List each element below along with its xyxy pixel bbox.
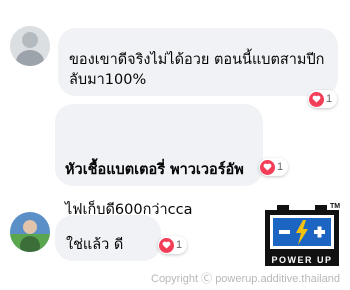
reaction-count: 1: [326, 93, 333, 105]
comment-text: ใช่แล้ว ดี: [66, 237, 124, 253]
copyright-watermark: Copyright Ⓒ powerup.additive.thailand: [151, 273, 340, 285]
comment-author[interactable]: หัวเชื้อแบตเตอรี่ พาวเวอร์อัพ: [65, 162, 244, 178]
heart-icon: [260, 159, 275, 175]
reaction-badge[interactable]: 1: [259, 158, 289, 176]
comment-bubble: ของเขาดีจริงไม่ได้อวย ตอนนี้แบตสามปีก ลั…: [58, 28, 338, 96]
avatar-photo: [10, 212, 50, 252]
battery-icon: [265, 205, 339, 254]
reaction-count: 1: [277, 161, 284, 173]
reaction-count: 1: [176, 239, 183, 251]
reaction-badge[interactable]: 1: [308, 90, 338, 108]
commenter-avatar[interactable]: [10, 212, 50, 252]
commenter-avatar[interactable]: [10, 26, 50, 66]
reaction-badge[interactable]: 1: [158, 236, 188, 254]
comment-text: ของเขาดีจริงไม่ได้อวย ตอนนี้แบตสามปีก ลั…: [69, 52, 325, 88]
heart-icon: [159, 237, 174, 253]
trademark-mark: TM: [330, 203, 341, 210]
comment-bubble: ใช่แล้ว ดี: [55, 215, 161, 261]
avatar-photo: [10, 26, 50, 66]
heart-icon: [309, 91, 324, 107]
reply-bubble: หัวเชื้อแบตเตอรี่ พาวเวอร์อัพ ไฟเก็บดี60…: [55, 104, 263, 218]
logo-wordmark: POWER UP: [265, 254, 339, 266]
powerup-logo: TM POWER UP: [263, 203, 345, 269]
